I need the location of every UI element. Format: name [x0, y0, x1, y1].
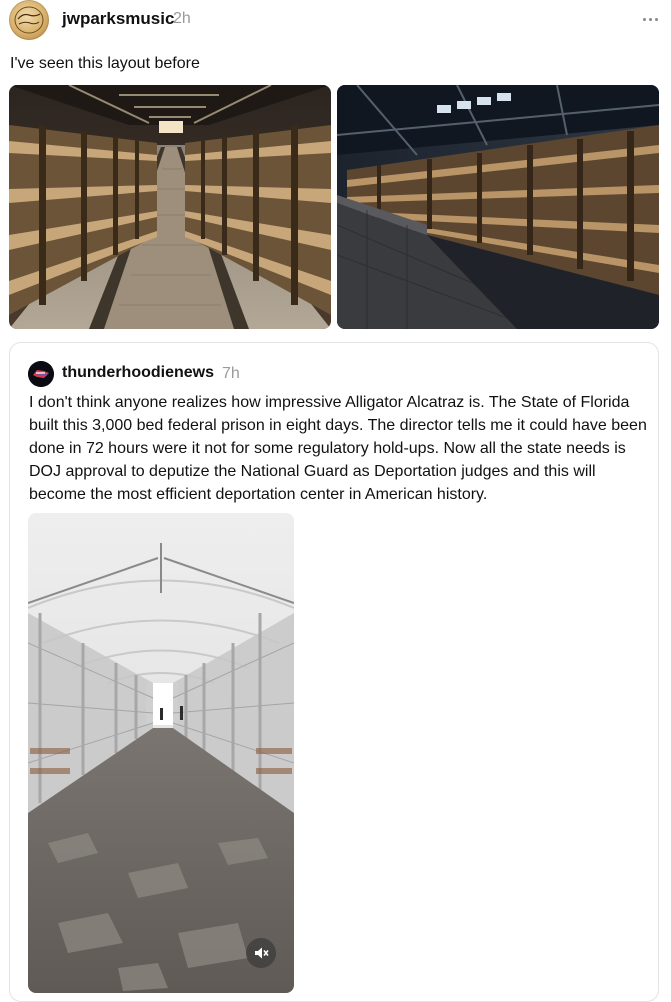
avatar[interactable]	[9, 0, 49, 40]
quoted-post-card[interactable]: thunderhoodienews 7h I don't think anyon…	[9, 342, 659, 1002]
avatar[interactable]	[28, 361, 54, 387]
mute-button[interactable]	[246, 938, 276, 968]
thread-post: jwparksmusic 2h I've seen this layout be…	[0, 0, 671, 1002]
avatar-logo-icon	[28, 361, 54, 387]
post-header: jwparksmusic 2h	[9, 0, 661, 40]
more-options-icon[interactable]	[639, 8, 663, 30]
quoted-username[interactable]: thunderhoodienews	[62, 364, 214, 382]
speaker-muted-icon	[255, 947, 269, 959]
post-text: I've seen this layout before	[10, 55, 200, 72]
quoted-timestamp[interactable]: 7h	[222, 365, 240, 383]
quoted-post-text: I don't think anyone realizes how impres…	[29, 394, 647, 503]
barracks-photo[interactable]	[9, 85, 331, 329]
timestamp[interactable]: 2h	[173, 10, 191, 28]
username[interactable]: jwparksmusic	[62, 9, 174, 29]
barracks-photo[interactable]	[337, 85, 659, 329]
tent-facility-video[interactable]	[28, 513, 294, 993]
avatar-logo-icon	[14, 6, 44, 34]
